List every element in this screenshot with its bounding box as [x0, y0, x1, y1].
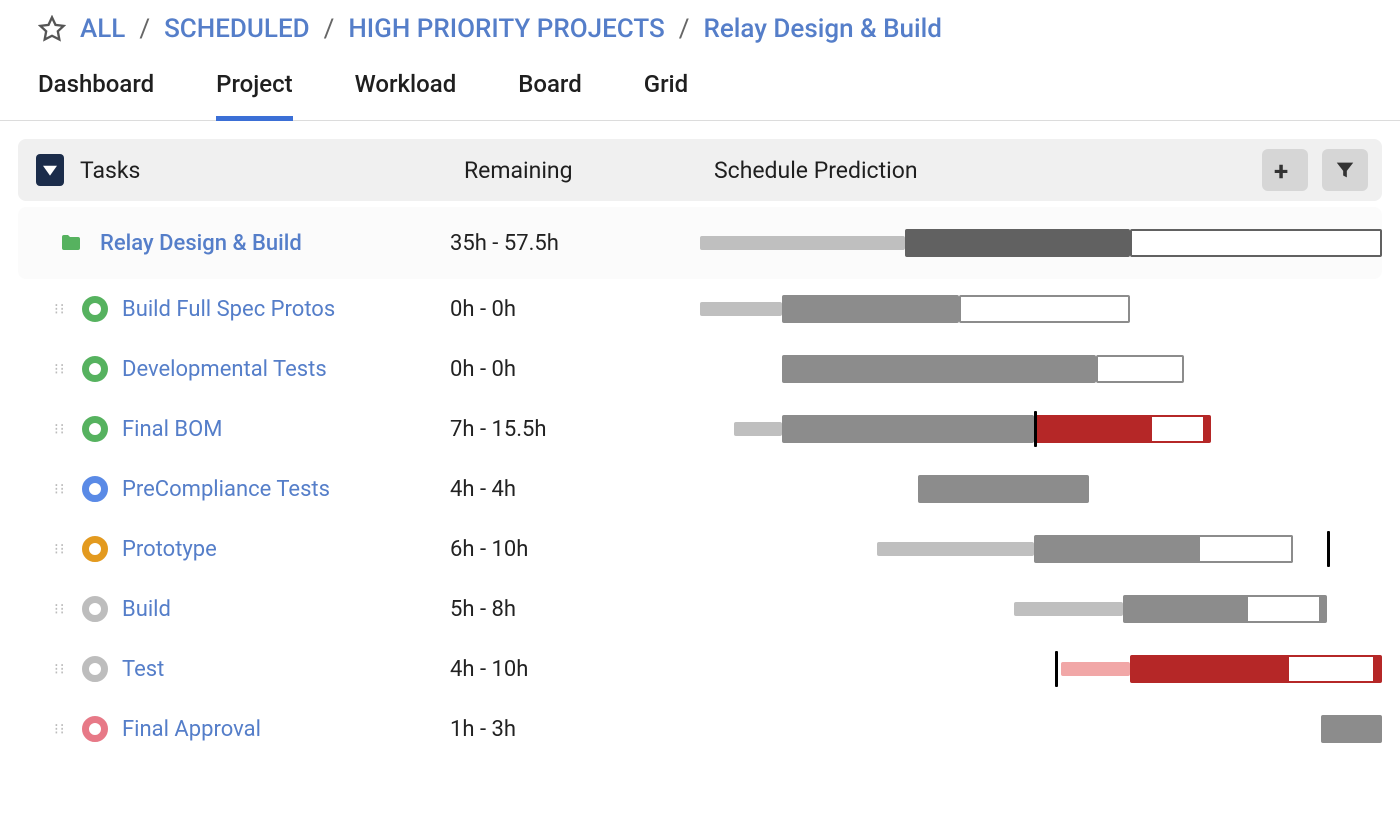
group-name[interactable]: Relay Design & Build [100, 231, 302, 256]
task-row[interactable]: ⁝⁝ Final BOM 7h - 15.5h [18, 399, 1382, 459]
col-remaining-label: Remaining [464, 157, 714, 184]
table-header: Tasks Remaining Schedule Prediction + [18, 139, 1382, 201]
task-name[interactable]: Prototype [122, 537, 217, 562]
group-schedule-bar [700, 229, 1382, 257]
task-remaining: 0h - 0h [450, 297, 700, 322]
filter-icon [1334, 159, 1356, 181]
drag-handle-icon[interactable]: ⁝⁝ [54, 725, 68, 734]
breadcrumb-sep: / [139, 14, 150, 44]
tabs: Dashboard Project Workload Board Grid [0, 48, 1400, 121]
task-remaining: 1h - 3h [450, 717, 700, 742]
status-icon[interactable] [82, 416, 108, 442]
drag-handle-icon[interactable]: ⁝⁝ [54, 545, 68, 554]
status-icon[interactable] [82, 476, 108, 502]
task-row[interactable]: ⁝⁝ PreCompliance Tests 4h - 4h [18, 459, 1382, 519]
status-icon[interactable] [82, 656, 108, 682]
drag-handle-icon[interactable]: ⁝⁝ [54, 365, 68, 374]
task-schedule-bar [700, 355, 1382, 383]
group-row[interactable]: Relay Design & Build 35h - 57.5h [18, 207, 1382, 279]
task-remaining: 4h - 10h [450, 657, 700, 682]
plus-icon: + [1274, 159, 1296, 181]
task-remaining: 7h - 15.5h [450, 417, 700, 442]
status-icon[interactable] [82, 296, 108, 322]
task-schedule-bar [700, 595, 1382, 623]
tab-grid[interactable]: Grid [644, 70, 688, 108]
task-name[interactable]: Final BOM [122, 417, 222, 442]
drag-handle-icon[interactable]: ⁝⁝ [54, 305, 68, 314]
task-name[interactable]: Developmental Tests [122, 357, 327, 382]
breadcrumb-sep: / [324, 14, 335, 44]
drag-handle-icon[interactable]: ⁝⁝ [54, 485, 68, 494]
task-row[interactable]: ⁝⁝ Test 4h - 10h [18, 639, 1382, 699]
breadcrumb-scheduled[interactable]: SCHEDULED [164, 14, 310, 44]
task-remaining: 6h - 10h [450, 537, 700, 562]
task-row[interactable]: ⁝⁝ Developmental Tests 0h - 0h [18, 339, 1382, 399]
task-name[interactable]: Build [122, 597, 171, 622]
tasks-collapse-toggle[interactable] [36, 154, 64, 186]
task-schedule-bar [700, 295, 1382, 323]
breadcrumb-sep: / [679, 14, 690, 44]
task-row[interactable]: ⁝⁝ Prototype 6h - 10h [18, 519, 1382, 579]
task-schedule-bar [700, 415, 1382, 443]
breadcrumb-all[interactable]: ALL [80, 14, 125, 44]
drag-handle-icon[interactable]: ⁝⁝ [54, 425, 68, 434]
tab-project[interactable]: Project [216, 70, 293, 108]
task-rows: Relay Design & Build 35h - 57.5h ⁝⁝ Build… [0, 207, 1400, 759]
drag-handle-icon[interactable]: ⁝⁝ [54, 665, 68, 674]
task-remaining: 4h - 4h [450, 477, 700, 502]
task-name[interactable]: Final Approval [122, 717, 261, 742]
task-schedule-bar [700, 655, 1382, 683]
add-button[interactable]: + [1262, 149, 1308, 191]
status-icon[interactable] [82, 356, 108, 382]
star-icon[interactable] [38, 15, 66, 43]
group-remaining: 35h - 57.5h [450, 231, 700, 256]
task-name[interactable]: PreCompliance Tests [122, 477, 330, 502]
task-remaining: 0h - 0h [450, 357, 700, 382]
task-name[interactable]: Build Full Spec Protos [122, 297, 335, 322]
status-icon[interactable] [82, 716, 108, 742]
task-schedule-bar [700, 715, 1382, 743]
breadcrumb-current[interactable]: Relay Design & Build [703, 14, 941, 44]
task-schedule-bar [700, 475, 1382, 503]
tab-dashboard[interactable]: Dashboard [38, 70, 154, 108]
col-tasks-label: Tasks [80, 157, 140, 184]
task-row[interactable]: ⁝⁝ Build Full Spec Protos 0h - 0h [18, 279, 1382, 339]
drag-handle-icon[interactable]: ⁝⁝ [54, 605, 68, 614]
filter-button[interactable] [1322, 149, 1368, 191]
task-schedule-bar [700, 535, 1382, 563]
task-remaining: 5h - 8h [450, 597, 700, 622]
task-row[interactable]: ⁝⁝ Final Approval 1h - 3h [18, 699, 1382, 759]
breadcrumb-high-priority[interactable]: HIGH PRIORITY PROJECTS [348, 14, 664, 44]
chevron-down-icon [43, 163, 57, 177]
task-row[interactable]: ⁝⁝ Build 5h - 8h [18, 579, 1382, 639]
folder-icon [56, 231, 86, 255]
tab-board[interactable]: Board [518, 70, 582, 108]
status-icon[interactable] [82, 596, 108, 622]
task-name[interactable]: Test [122, 657, 164, 682]
breadcrumb: ALL / SCHEDULED / HIGH PRIORITY PROJECTS… [0, 0, 1400, 48]
col-schedule-label: Schedule Prediction [714, 157, 1262, 184]
tab-workload[interactable]: Workload [355, 70, 457, 108]
status-icon[interactable] [82, 536, 108, 562]
